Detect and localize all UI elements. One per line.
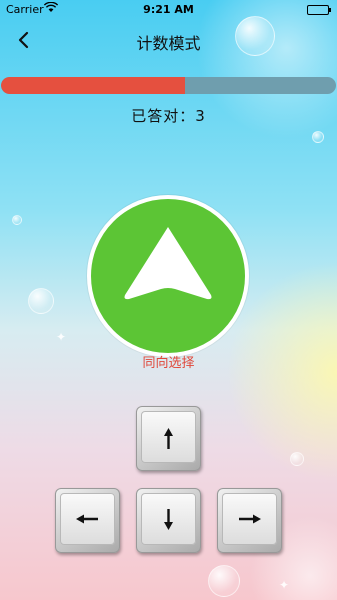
- background-bubble: [28, 288, 54, 314]
- status-bar: Carrier 9:21 AM: [0, 0, 337, 20]
- arrow-up-icon: [124, 227, 212, 300]
- background-bubble: [208, 565, 240, 597]
- up-key-button[interactable]: [136, 406, 201, 471]
- down-key-button[interactable]: [136, 488, 201, 553]
- right-key-button[interactable]: [217, 488, 282, 553]
- progress-bar: [1, 77, 336, 94]
- left-key-button[interactable]: [55, 488, 120, 553]
- progress-fill: [1, 77, 186, 94]
- mode-label: 同向选择: [142, 356, 195, 371]
- navigation-bar: 计数模式: [0, 24, 337, 60]
- arrow-right-icon: [239, 514, 261, 524]
- background-bubble: [312, 131, 324, 143]
- background-bubble: [12, 215, 22, 225]
- background-bubble: [290, 452, 304, 466]
- sparkle-icon: ✦: [56, 330, 67, 344]
- clock-time: 9:21 AM: [143, 3, 194, 16]
- arrow-down-icon: [164, 509, 173, 530]
- arrow-up-icon: [164, 428, 173, 449]
- battery-icon: [307, 5, 331, 15]
- page-title: 计数模式: [136, 34, 201, 53]
- direction-prompt: [87, 195, 249, 357]
- sparkle-icon: ✦: [279, 578, 290, 592]
- correct-count: 已答对：3: [131, 107, 206, 125]
- arrow-left-icon: [76, 514, 98, 524]
